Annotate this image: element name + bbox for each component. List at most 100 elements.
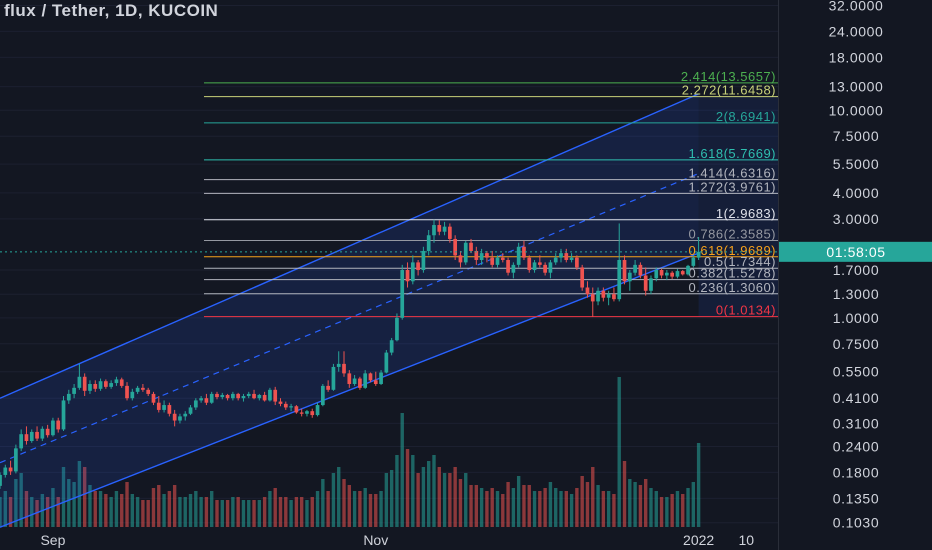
candle-body [405,270,410,282]
volume-bar [654,491,658,527]
volume-bar [109,497,113,527]
candle-body [696,251,701,258]
candle-body [14,448,18,472]
candle-body [612,294,616,300]
candle-body [141,387,145,390]
fib-level-label: 2.414(13.5657) [681,69,776,84]
candle-body [262,394,267,401]
candle-body [400,270,405,318]
volume-bar [331,473,336,527]
candle-body [500,257,505,260]
candle-body [0,474,2,486]
candle-body [162,405,166,410]
volume-bar [554,488,558,527]
fib-level-label: 1(2.9683) [716,206,776,221]
candle-body [246,393,251,397]
volume-bar [342,479,346,527]
volume-bar [194,491,198,527]
volume-bar [474,485,479,527]
candle-body [299,412,304,414]
volume-bar [268,491,272,527]
fib-level-label: 0.786(2.3585) [689,227,776,242]
parallel-channel[interactable] [0,93,699,528]
candle-body [585,287,590,295]
volume-bar [591,467,595,527]
time-axis[interactable]: Sep Nov 2022 10 [40,532,754,548]
candle-body [178,416,182,421]
volume-bar [352,491,357,527]
price-tick-label: 0.1350 [833,490,879,506]
fib-level-label: 0.382(1.5278) [689,266,776,281]
candle-body [294,406,299,413]
volume-bar [315,491,320,527]
volume-bar [395,455,399,527]
volume-bar [236,497,240,527]
volume-bar [93,491,97,527]
candle-body [649,278,653,291]
price-tick-label: 5.5000 [833,156,879,172]
time-tick-label: Sep [40,532,65,548]
candle-body [331,366,336,390]
candle-body [289,406,293,408]
price-tick-label: 32.0000 [829,0,884,13]
price-tick-label: 0.4100 [833,390,879,406]
candle-body [416,262,420,271]
fib-level-label: 1.618(5.7669) [689,146,776,161]
candle-body [537,262,542,265]
price-tick-label: 0.7500 [833,336,879,352]
candle-body [336,363,341,367]
candle-body [151,393,156,403]
time-tick-label: Nov [363,532,388,548]
volume-bar [670,494,674,527]
candle-body [495,257,500,265]
candle-body [527,257,532,271]
chart-title: flux / Tether, 1D, KUCOIN [4,1,219,20]
candle-body [580,267,585,288]
volume-bar [580,476,584,527]
volume-bar [564,491,568,527]
candle-body [691,257,696,266]
candle-body [209,393,214,403]
candle-body [326,385,330,390]
price-tick-label: 1.3000 [833,286,879,302]
volume-bar [495,491,500,527]
volume-bar [538,491,542,527]
price-axis[interactable]: 32.0000 24.0000 18.0000 13.0000 10.0000 7.500… [779,0,932,531]
candle-body [617,259,622,300]
volume-bar [247,500,251,527]
volume-bar [262,497,267,527]
candle-body [51,420,55,436]
candle-body [204,398,209,403]
candle-body [363,373,368,388]
candle-body [172,413,177,421]
volume-bar [596,485,600,527]
volume-bar [299,497,304,527]
candle-body [241,396,246,399]
chart-canvas[interactable]: 2.414(13.5657)2.272(11.6458) 2(8.6941) 1.6… [0,0,932,550]
candle-body [532,262,537,271]
candle-body [342,363,346,374]
volume-bar [215,500,219,527]
volume-bar [421,467,426,527]
candle-body [421,250,426,271]
price-tick-label: 18.0000 [829,49,884,65]
candle-body [146,389,151,394]
volume-bar [501,494,505,527]
candle-body [675,271,680,277]
volume-bar [458,479,463,527]
candle-body [98,381,103,389]
volume-bar [511,488,516,527]
volume-bar [506,482,510,527]
candle-body [130,391,135,399]
price-axis-divider [778,0,779,550]
candle-body [622,259,627,282]
candle-body [373,380,378,384]
candle-body [56,420,61,430]
price-tick-label: 1.7000 [833,262,879,278]
candle-body [352,378,357,384]
volume-bar [606,491,611,527]
candle-body [268,389,272,401]
candle-body [553,257,558,263]
candle-body [448,226,452,239]
volume-bar [400,413,404,527]
